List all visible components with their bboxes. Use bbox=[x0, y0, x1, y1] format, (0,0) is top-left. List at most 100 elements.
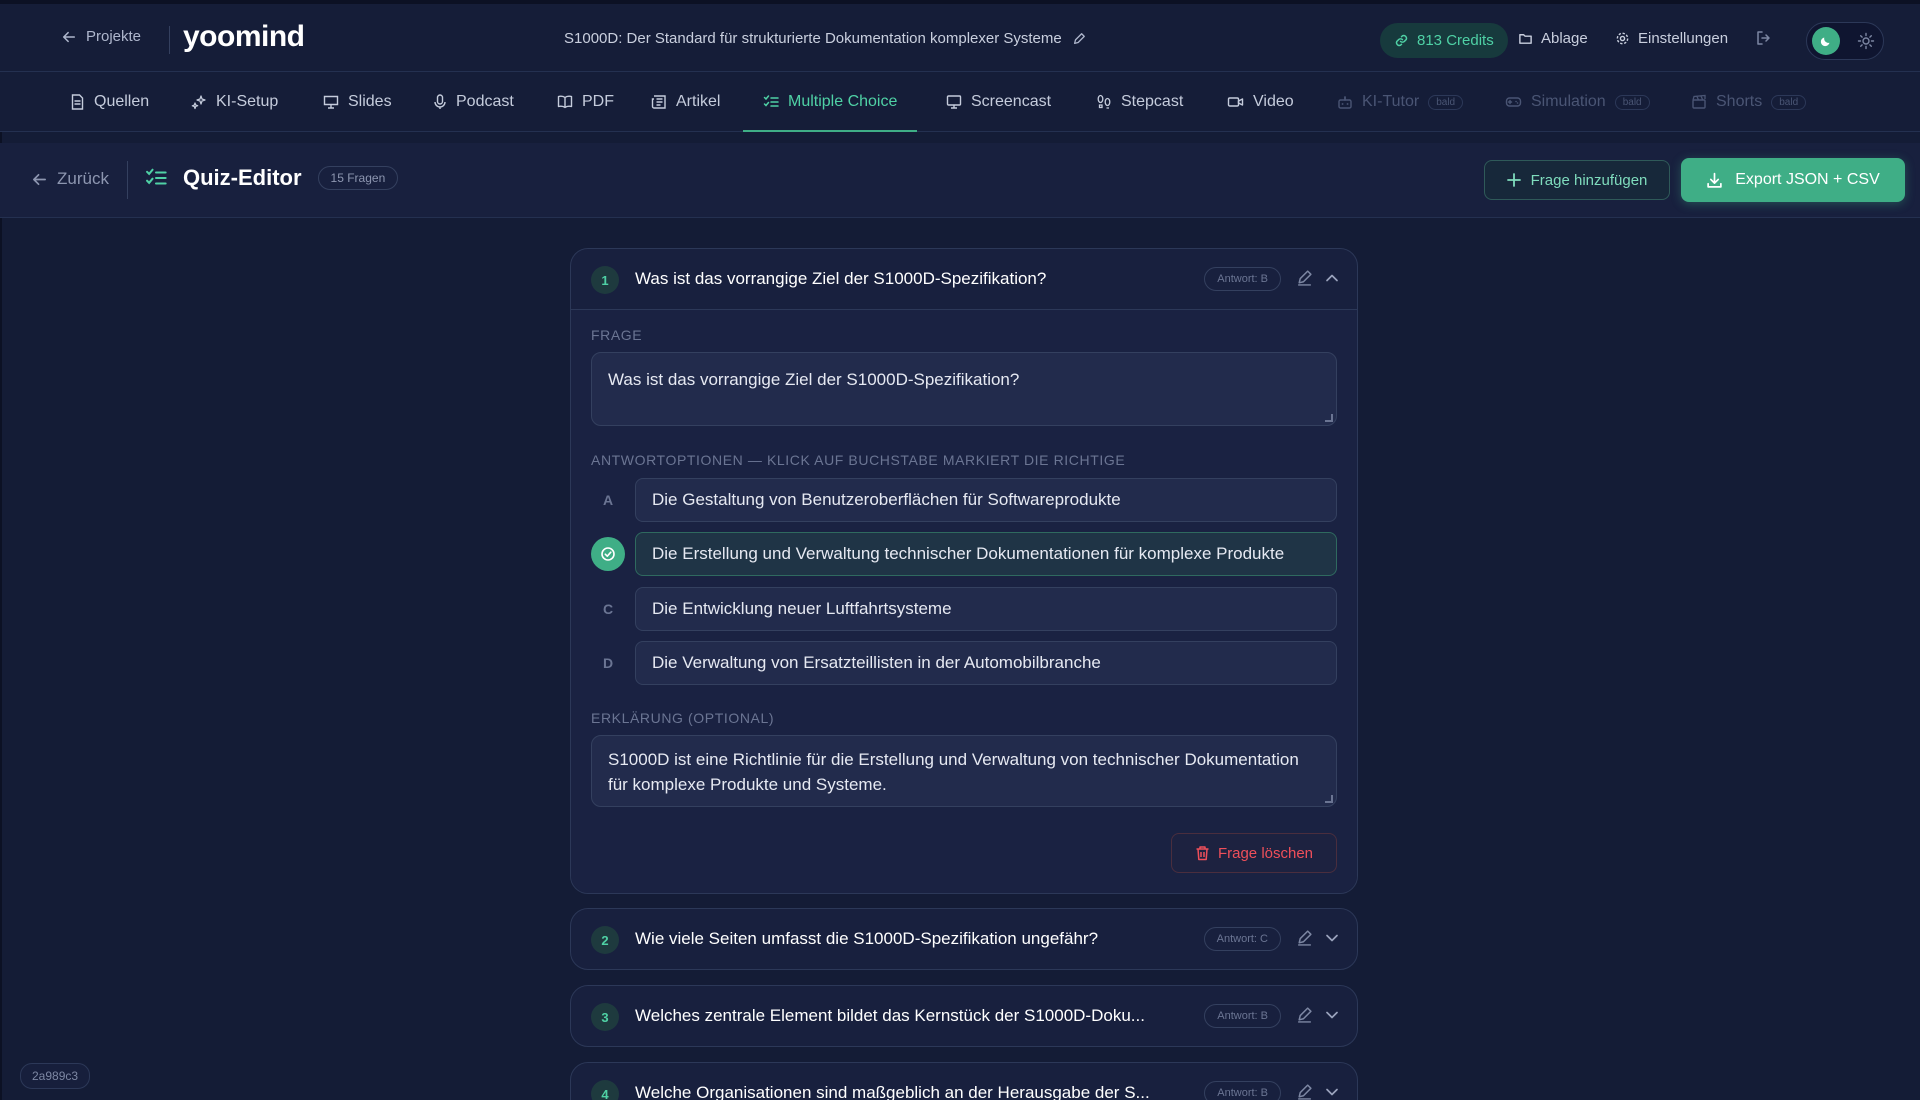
question-header[interactable]: 1 Was ist das vorrangige Ziel der S1000D… bbox=[571, 249, 1357, 309]
tab-artikel[interactable]: Artikel bbox=[651, 72, 720, 132]
option-letter-d[interactable]: D bbox=[591, 646, 625, 680]
credits-label: 813 Credits bbox=[1417, 32, 1494, 49]
page-title: Quiz-Editor 15 Fragen bbox=[145, 165, 399, 191]
question-header[interactable]: 4 Welche Organisationen sind maßgeblich … bbox=[571, 1063, 1357, 1100]
question-header[interactable]: 3 Welches zentrale Element bildet das Ke… bbox=[571, 986, 1357, 1046]
soon-badge: bald bbox=[1614, 94, 1650, 110]
tab-label: Slides bbox=[348, 93, 392, 110]
trash-icon bbox=[1196, 846, 1209, 861]
back-button[interactable]: Zurück bbox=[32, 169, 109, 189]
soon-badge: bald bbox=[1771, 94, 1807, 110]
project-title-text: S1000D: Der Standard für strukturierte D… bbox=[564, 30, 1062, 47]
resize-handle[interactable] bbox=[1325, 795, 1333, 803]
video-icon bbox=[1227, 97, 1244, 107]
microphone-icon bbox=[434, 94, 446, 109]
chevron-down-icon[interactable] bbox=[1325, 1085, 1339, 1099]
checklist-icon bbox=[146, 168, 167, 185]
tab-ki-tutor: KI-Tutor bald bbox=[1337, 72, 1464, 132]
tab-ki-setup[interactable]: KI-Setup bbox=[191, 72, 278, 132]
tab-stepcast[interactable]: Stepcast bbox=[1096, 72, 1183, 132]
pencil-icon[interactable] bbox=[1296, 929, 1313, 946]
tab-label: Podcast bbox=[456, 93, 514, 110]
robot-icon bbox=[1338, 96, 1352, 109]
tab-simulation: Simulation bald bbox=[1505, 72, 1650, 132]
credits-badge[interactable]: 813 Credits bbox=[1380, 23, 1508, 58]
option-letter-a[interactable]: A bbox=[591, 483, 625, 517]
option-input-b[interactable]: Die Erstellung und Verwaltung technische… bbox=[635, 532, 1337, 576]
sun-icon bbox=[1857, 32, 1875, 50]
tab-label: PDF bbox=[582, 93, 614, 110]
theme-toggle[interactable] bbox=[1806, 22, 1884, 60]
option-input-a[interactable]: Die Gestaltung von Benutzeroberflächen f… bbox=[635, 478, 1337, 522]
app-logo[interactable]: yoomind bbox=[183, 20, 305, 54]
question-card[interactable]: 3 Welches zentrale Element bildet das Ke… bbox=[570, 985, 1358, 1047]
settings-label: Einstellungen bbox=[1638, 30, 1729, 47]
explanation-label: ERKLÄRUNG (OPTIONAL) bbox=[591, 710, 775, 726]
question-count-badge: 15 Fragen bbox=[317, 166, 399, 190]
chevron-up-icon[interactable] bbox=[1325, 271, 1339, 285]
logout-icon[interactable] bbox=[1756, 30, 1772, 46]
document-icon bbox=[71, 94, 84, 110]
tab-slides[interactable]: Slides bbox=[323, 72, 392, 132]
question-header[interactable]: 2 Wie viele Seiten umfasst die S1000D-Sp… bbox=[571, 909, 1357, 969]
question-editor: FRAGE Was ist das vorrangige Ziel der S1… bbox=[571, 309, 1357, 893]
explanation-field[interactable]: S1000D ist eine Richtlinie für die Erste… bbox=[591, 735, 1337, 807]
question-card[interactable]: 4 Welche Organisationen sind maßgeblich … bbox=[570, 1062, 1358, 1100]
question-card: 1 Was ist das vorrangige Ziel der S1000D… bbox=[570, 248, 1358, 894]
answer-badge: Antwort: B bbox=[1204, 267, 1281, 291]
tab-video[interactable]: Video bbox=[1227, 72, 1294, 132]
sparkles-icon bbox=[191, 95, 206, 110]
question-number: 4 bbox=[591, 1080, 619, 1100]
tab-label: Shorts bbox=[1716, 93, 1763, 110]
answer-badge: Antwort: B bbox=[1204, 1004, 1281, 1028]
soon-badge: bald bbox=[1428, 94, 1464, 110]
pencil-icon[interactable] bbox=[1296, 269, 1313, 286]
pencil-icon[interactable] bbox=[1072, 32, 1086, 46]
export-label: Export JSON + CSV bbox=[1735, 171, 1880, 188]
tab-label: Screencast bbox=[971, 93, 1052, 110]
arrow-left-icon bbox=[62, 31, 76, 42]
tab-label: KI-Tutor bbox=[1362, 93, 1420, 110]
tab-screencast[interactable]: Screencast bbox=[946, 72, 1051, 132]
settings-link[interactable]: Einstellungen bbox=[1615, 30, 1728, 47]
newspaper-icon bbox=[651, 95, 666, 109]
chevron-down-icon[interactable] bbox=[1325, 1008, 1339, 1022]
gamepad-icon bbox=[1505, 97, 1522, 107]
back-to-projects-link[interactable]: Projekte bbox=[62, 28, 141, 45]
resize-handle[interactable] bbox=[1325, 414, 1333, 422]
add-question-label: Frage hinzufügen bbox=[1530, 171, 1648, 189]
divider bbox=[127, 161, 128, 199]
question-title: Welche Organisationen sind maßgeblich an… bbox=[635, 1083, 1150, 1100]
option-input-d[interactable]: Die Verwaltung von Ersatzteillisten in d… bbox=[635, 641, 1337, 685]
version-badge: 2a989c3 bbox=[20, 1063, 91, 1089]
pencil-icon[interactable] bbox=[1296, 1083, 1313, 1100]
pencil-icon[interactable] bbox=[1296, 1006, 1313, 1023]
tab-shorts: Shorts bald bbox=[1691, 72, 1807, 132]
question-text-field[interactable]: Was ist das vorrangige Ziel der S1000D-S… bbox=[591, 352, 1337, 426]
project-title[interactable]: S1000D: Der Standard für strukturierte D… bbox=[564, 30, 1086, 47]
tab-quellen[interactable]: Quellen bbox=[70, 72, 149, 132]
tab-multiple-choice[interactable]: Multiple Choice bbox=[742, 72, 918, 132]
explanation-value: S1000D ist eine Richtlinie für die Erste… bbox=[608, 750, 1299, 794]
question-card[interactable]: 2 Wie viele Seiten umfasst die S1000D-Sp… bbox=[570, 908, 1358, 970]
frage-label: FRAGE bbox=[591, 327, 643, 343]
option-input-c[interactable]: Die Entwicklung neuer Luftfahrtsysteme bbox=[635, 587, 1337, 631]
ablage-link[interactable]: Ablage bbox=[1518, 30, 1588, 47]
chevron-down-icon[interactable] bbox=[1325, 931, 1339, 945]
delete-question-label: Frage löschen bbox=[1217, 844, 1314, 862]
delete-question-button[interactable]: Frage löschen bbox=[1171, 833, 1337, 873]
checklist-icon bbox=[763, 95, 779, 107]
tab-podcast[interactable]: Podcast bbox=[433, 72, 514, 132]
add-question-button[interactable]: Frage hinzufügen bbox=[1484, 160, 1670, 200]
question-title: Wie viele Seiten umfasst die S1000D-Spez… bbox=[635, 929, 1099, 948]
option-letter-c[interactable]: C bbox=[591, 592, 625, 626]
arrow-left-icon bbox=[33, 173, 46, 185]
download-icon bbox=[1707, 172, 1722, 188]
tab-pdf[interactable]: PDF bbox=[557, 72, 614, 132]
export-button[interactable]: Export JSON + CSV bbox=[1681, 158, 1905, 202]
gear-icon bbox=[1616, 32, 1629, 45]
correct-check-icon[interactable] bbox=[591, 537, 625, 571]
top-bar: Projekte yoomind S1000D: Der Standard fü… bbox=[0, 0, 1920, 72]
question-number: 2 bbox=[591, 926, 619, 954]
tab-label: Artikel bbox=[676, 93, 721, 110]
